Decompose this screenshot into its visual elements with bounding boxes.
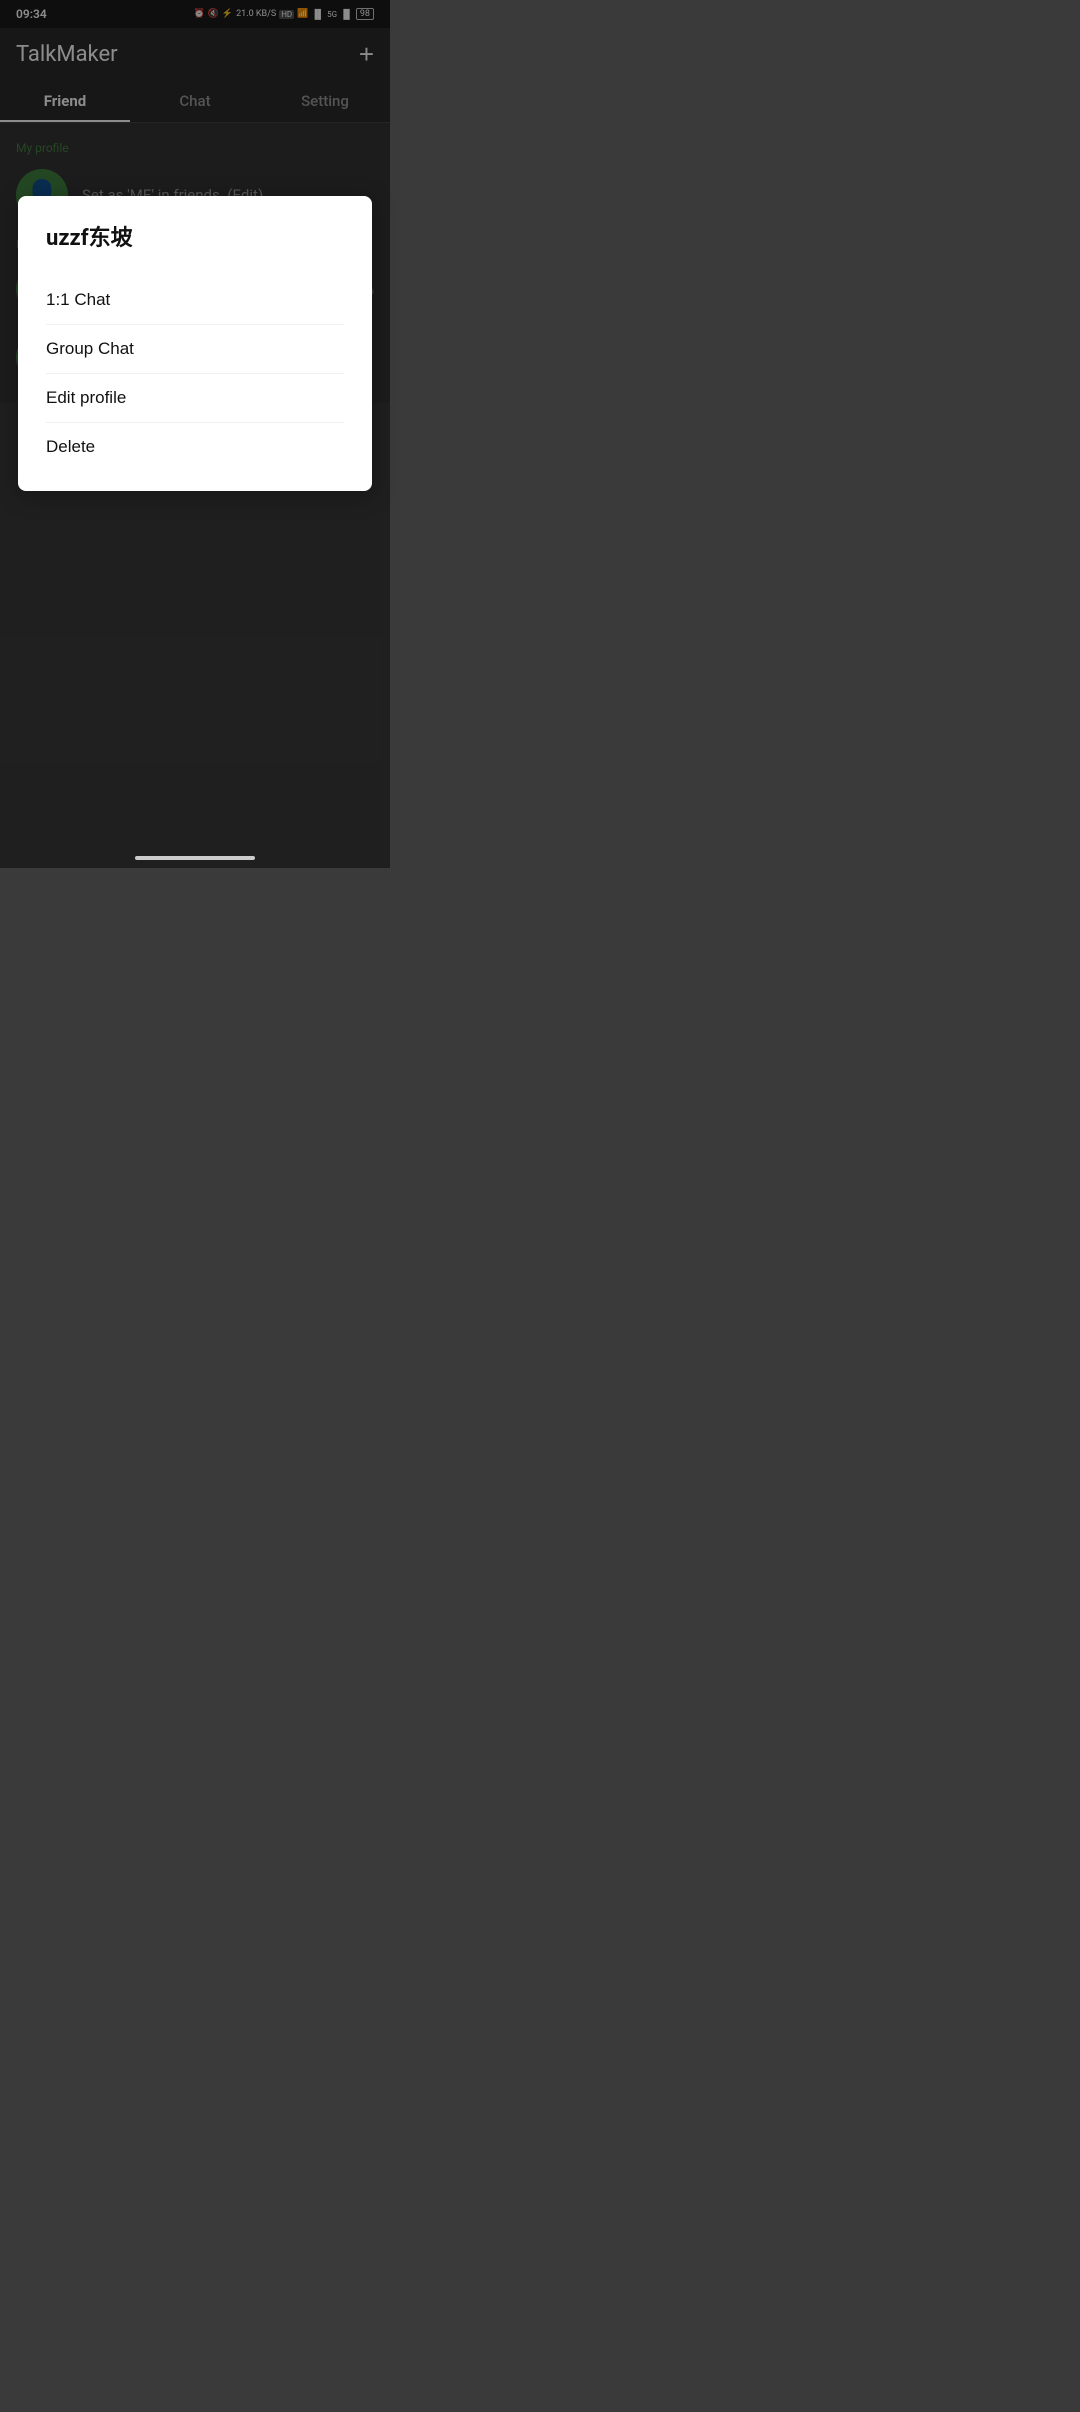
popup-item-group-chat[interactable]: Group Chat — [46, 325, 344, 374]
popup-item-edit-profile[interactable]: Edit profile — [46, 374, 344, 423]
popup-username: uzzf东坡 — [46, 220, 344, 252]
popup-item-delete[interactable]: Delete — [46, 423, 344, 471]
popup-menu: uzzf东坡 1:1 Chat Group Chat Edit profile … — [18, 196, 372, 491]
popup-item-one-on-one-chat[interactable]: 1:1 Chat — [46, 276, 344, 325]
home-indicator — [135, 856, 255, 860]
